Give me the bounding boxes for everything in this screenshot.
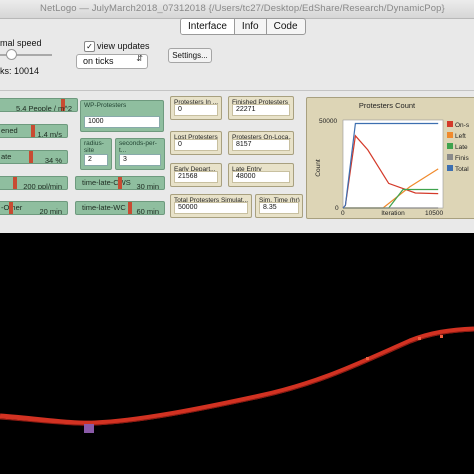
seconds-per-tick-input[interactable]: seconds-per-t... 3 xyxy=(115,138,165,170)
tab-bar: Interface Info Code xyxy=(180,18,306,35)
legend-swatch xyxy=(447,143,453,149)
time-late-other-slider[interactable]: -Other 20 min xyxy=(0,201,68,215)
time-late-cws-slider[interactable]: time-late-CWS 30 min xyxy=(75,176,165,190)
speed-label: mal speed xyxy=(0,38,42,48)
late-entry-monitor: Late Entry 48000 xyxy=(228,163,294,187)
legend-label: Total xyxy=(455,166,469,173)
radius-site-input[interactable]: radius-site 2 xyxy=(80,138,112,170)
agent-marker[interactable] xyxy=(418,337,421,340)
title-bar: NetLogo — JulyMarch2018_07312018 {/Users… xyxy=(0,0,474,19)
legend-swatch xyxy=(447,165,453,171)
protesters-in-monitor: Protesters In ... 0 xyxy=(170,96,222,120)
density-slider[interactable]: 5.4 People / m^2 xyxy=(0,98,78,112)
slider-knob[interactable] xyxy=(118,177,122,189)
update-mode-value: on ticks xyxy=(83,56,114,66)
x-tick-max: 10500 xyxy=(425,210,443,217)
legend-label: On-s xyxy=(455,122,470,129)
plot-area xyxy=(342,119,444,209)
slider-knob[interactable] xyxy=(13,177,17,189)
world-svg xyxy=(0,326,474,433)
early-departure-monitor: Early Depart... 21568 xyxy=(170,163,222,187)
toolbar-divider xyxy=(0,90,474,91)
tab-interface[interactable]: Interface xyxy=(181,19,235,34)
protesters-on-location-monitor: Protesters On-Loca... 8157 xyxy=(228,131,294,155)
wp-protesters-input[interactable]: WP-Protesters 1000 xyxy=(80,100,164,132)
plot-title: Protesters Count xyxy=(359,101,416,110)
y-tick-max: 50000 xyxy=(319,118,337,125)
legend-swatch xyxy=(447,154,453,160)
slider-knob[interactable] xyxy=(128,202,132,214)
time-late-wc-slider[interactable]: time-late-WC 60 min xyxy=(75,201,165,215)
plot-svg: Protesters Count 50000 0 0 10500 Iterati… xyxy=(315,101,470,217)
slider-knob[interactable] xyxy=(29,151,33,163)
legend-swatch xyxy=(447,121,453,127)
update-mode-select[interactable]: on ticks ⇵ xyxy=(76,54,148,69)
select-arrows-icon: ⇵ xyxy=(136,54,143,63)
speed-slider-knob[interactable] xyxy=(6,49,17,60)
ticks-counter: ks: 10014 xyxy=(0,66,40,76)
plot-legend: On-s Left Late Finis Total xyxy=(447,121,470,173)
y-tick-min: 0 xyxy=(335,205,339,212)
tab-info[interactable]: Info xyxy=(235,19,267,34)
agent-marker[interactable] xyxy=(84,424,94,433)
flow-slider[interactable]: 200 ppl/min xyxy=(0,176,68,190)
view-updates-label: view updates xyxy=(97,41,150,51)
finished-protesters-monitor: Finished Protesters 22271 xyxy=(228,96,294,120)
protesters-count-plot: Protesters Count 50000 0 0 10500 Iterati… xyxy=(306,97,474,219)
speed-slider[interactable]: ened 1.4 m/s xyxy=(0,124,68,138)
legend-label: Late xyxy=(455,144,468,151)
lost-protesters-monitor: Lost Protesters 0 xyxy=(170,131,222,155)
x-axis-label: Iteration xyxy=(381,210,405,217)
sim-time-monitor: Sim. Time (hr) 8.35 xyxy=(255,194,303,218)
tab-code[interactable]: Code xyxy=(267,19,305,34)
agent-marker[interactable] xyxy=(440,335,443,338)
total-protesters-monitor: Total Protesters Simulat... 50000 xyxy=(170,194,252,218)
window-title: NetLogo — JulyMarch2018_07312018 {/Users… xyxy=(40,3,445,14)
x-tick-min: 0 xyxy=(341,210,345,217)
settings-button[interactable]: Settings... xyxy=(168,48,212,63)
y-axis-label: Count xyxy=(315,159,322,177)
slider-knob[interactable] xyxy=(9,202,13,214)
legend-label: Left xyxy=(455,133,466,140)
legend-label: Finis xyxy=(455,155,469,162)
view-updates-checkbox[interactable]: ✓ xyxy=(84,41,95,52)
legend-swatch xyxy=(447,132,453,138)
slider-knob[interactable] xyxy=(31,125,35,137)
agent-marker[interactable] xyxy=(366,357,369,360)
rate-slider[interactable]: ate 34 % xyxy=(0,150,68,164)
protest-route-path xyxy=(0,326,474,426)
world-view[interactable] xyxy=(0,233,474,474)
